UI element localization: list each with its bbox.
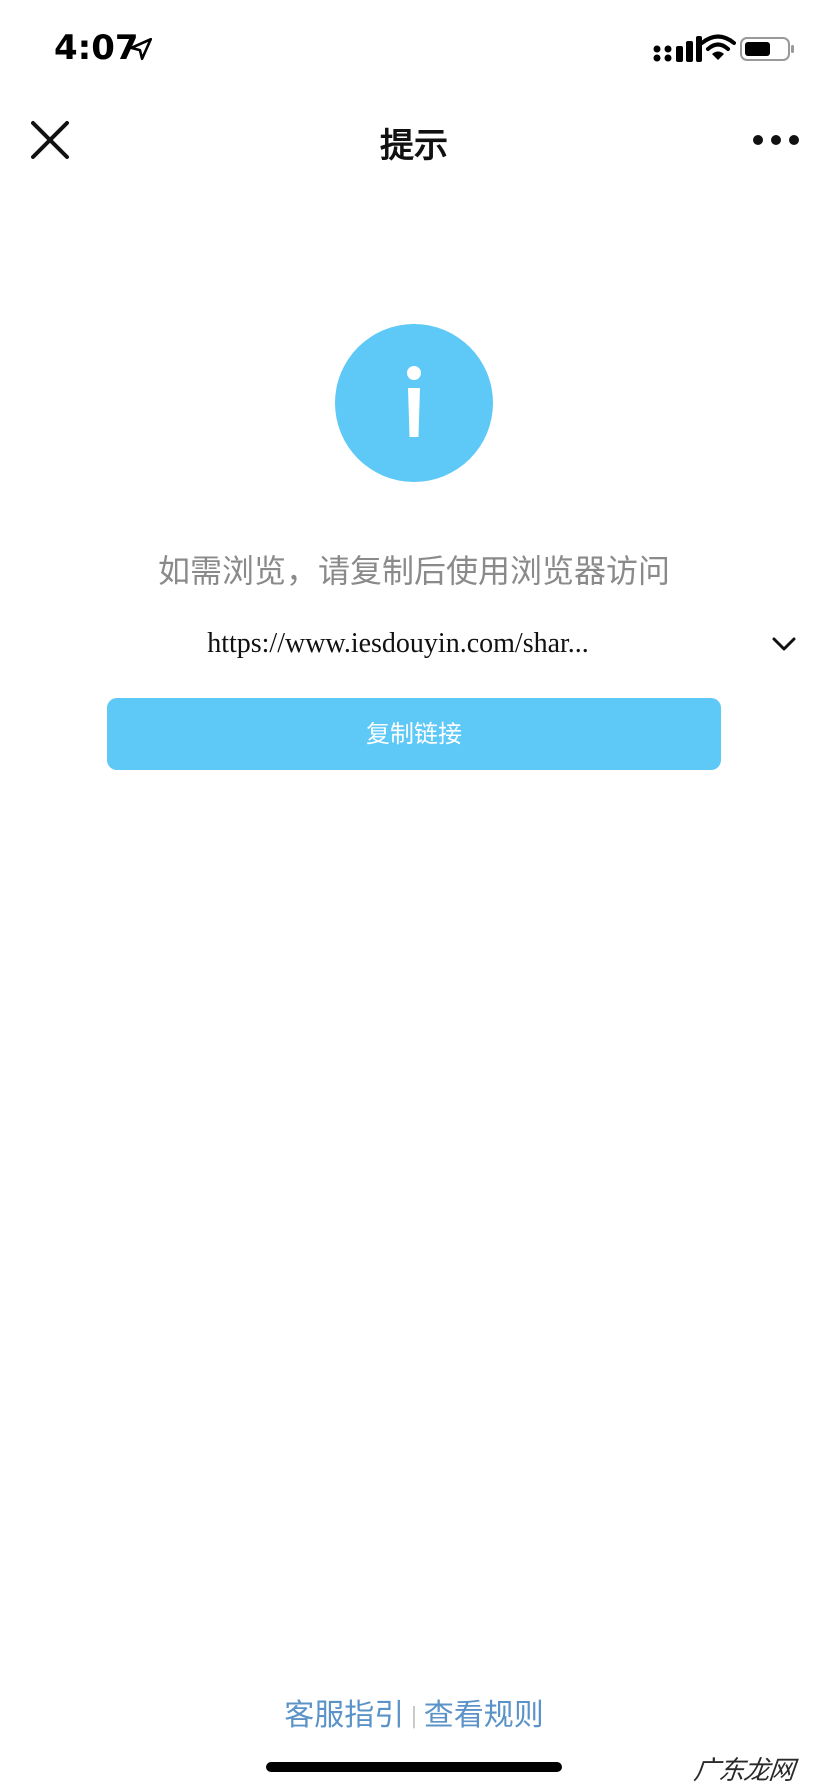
status-time: 4:07 [54,28,139,68]
watermark: 广东龙网 [692,1756,796,1786]
home-indicator [266,1762,562,1772]
page-title: 提示 [380,126,448,166]
info-glyph [407,366,421,437]
nav-bar: 提示 [0,96,828,184]
info-icon [335,324,493,482]
copy-link-button[interactable]: 复制链接 [107,698,721,770]
chevron-down-icon[interactable] [766,630,802,658]
footer-links: 客服指引 | 查看规则 [0,1690,828,1734]
view-rules-link[interactable]: 查看规则 [424,1698,544,1733]
customer-service-link[interactable]: 客服指引 [284,1698,404,1733]
more-icon[interactable] [752,126,800,154]
url-row: https://www.iesdouyin.com/shar... [0,620,828,668]
prompt-message: 如需浏览，请复制后使用浏览器访问 [157,552,670,590]
status-bar: 4:07 [0,0,828,96]
url-text: https://www.iesdouyin.com/shar... [207,628,589,659]
signal-icon [653,36,702,62]
footer-separator: | [410,1704,418,1729]
wifi-icon [700,34,736,60]
location-arrow-icon [129,37,153,61]
battery-icon [740,37,794,61]
